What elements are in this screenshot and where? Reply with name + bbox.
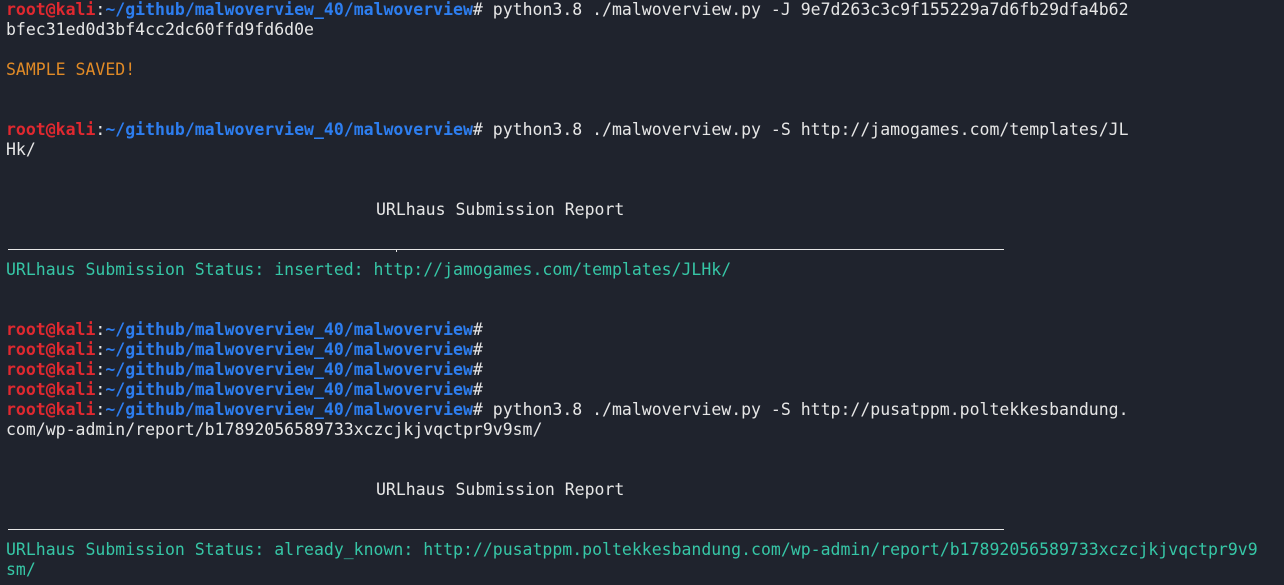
prompt-colon: : xyxy=(95,320,106,339)
prompt-user: root@kali xyxy=(6,120,96,139)
terminal-window[interactable]: root@kali:~/github/malwoverview_40/malwo… xyxy=(0,0,1284,585)
prompt-line: root@kali:~/github/malwoverview_40/malwo… xyxy=(6,360,1284,380)
submission-status: URLhaus Submission Status: inserted: htt… xyxy=(6,260,732,279)
prompt-colon: : xyxy=(95,0,106,19)
prompt-line: root@kali:~/github/malwoverview_40/malwo… xyxy=(6,340,1284,360)
prompt-hash: # xyxy=(472,120,483,139)
divider-bar xyxy=(8,529,1004,530)
report-title: URLhaus Submission Report xyxy=(376,200,625,219)
prompt-hash: # xyxy=(472,380,483,399)
prompt-path: ~/github/malwoverview_40/malwoverview xyxy=(105,0,473,19)
command-text: python3.8 ./malwoverview.py -S http://pu… xyxy=(482,400,1129,419)
submission-status-continued: sm/ xyxy=(6,560,36,579)
sample-saved-message: SAMPLE SAVED! xyxy=(6,60,136,79)
prompt-user: root@kali xyxy=(6,400,96,419)
prompt-line: root@kali:~/github/malwoverview_40/malwo… xyxy=(6,0,1284,20)
command-text-continued: bfec31ed0d3bf4cc2dc60ffd9fd6d0e xyxy=(6,20,314,39)
prompt-path: ~/github/malwoverview_40/malwoverview xyxy=(105,120,473,139)
prompt-colon: : xyxy=(95,380,106,399)
command-text: python3.8 ./malwoverview.py -J 9e7d263c3… xyxy=(482,0,1129,19)
prompt-user: root@kali xyxy=(6,320,96,339)
command-text-continued: Hk/ xyxy=(6,140,36,159)
prompt-colon: : xyxy=(95,340,106,359)
prompt-hash: # xyxy=(472,340,483,359)
prompt-colon: : xyxy=(95,120,106,139)
prompt-hash: # xyxy=(472,320,483,339)
prompt-path: ~/github/malwoverview_40/malwoverview xyxy=(105,400,473,419)
divider-bar xyxy=(8,249,1004,250)
prompt-path: ~/github/malwoverview_40/malwoverview xyxy=(105,320,473,339)
prompt-user: root@kali xyxy=(6,380,96,399)
submission-status: URLhaus Submission Status: already_known… xyxy=(6,540,1258,559)
prompt-hash: # xyxy=(472,0,483,19)
command-text-continued: com/wp-admin/report/b17892056589733xczcj… xyxy=(6,420,543,439)
prompt-line: root@kali:~/github/malwoverview_40/malwo… xyxy=(6,120,1284,140)
prompt-path: ~/github/malwoverview_40/malwoverview xyxy=(105,360,473,379)
prompt-path: ~/github/malwoverview_40/malwoverview xyxy=(105,340,473,359)
prompt-path: ~/github/malwoverview_40/malwoverview xyxy=(105,380,473,399)
command-text: python3.8 ./malwoverview.py -S http://ja… xyxy=(482,120,1129,139)
prompt-colon: : xyxy=(95,400,106,419)
prompt-colon: : xyxy=(95,360,106,379)
prompt-user: root@kali xyxy=(6,340,96,359)
report-title: URLhaus Submission Report xyxy=(376,480,625,499)
report-divider xyxy=(6,240,1284,260)
prompt-user: root@kali xyxy=(6,0,96,19)
prompt-hash: # xyxy=(472,400,483,419)
prompt-hash: # xyxy=(472,360,483,379)
divider-tick xyxy=(396,249,397,252)
prompt-line: root@kali:~/github/malwoverview_40/malwo… xyxy=(6,400,1284,420)
report-divider xyxy=(6,520,1284,540)
prompt-user: root@kali xyxy=(6,360,96,379)
prompt-line: root@kali:~/github/malwoverview_40/malwo… xyxy=(6,380,1284,400)
prompt-line: root@kali:~/github/malwoverview_40/malwo… xyxy=(6,320,1284,340)
